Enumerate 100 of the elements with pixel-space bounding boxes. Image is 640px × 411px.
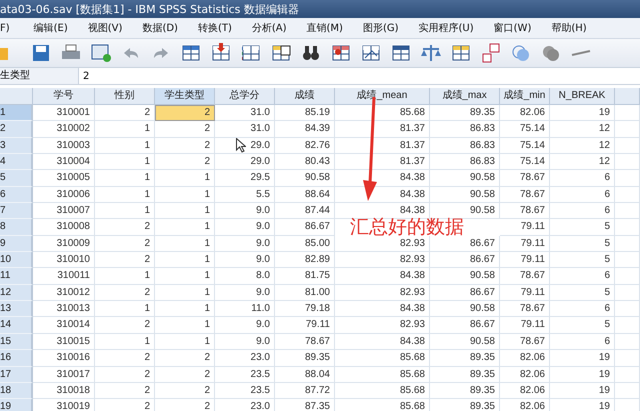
table-cell: 89.35 — [430, 105, 500, 122]
table-cell — [615, 105, 640, 122]
row-number[interactable]: 14 — [0, 317, 33, 334]
table-cell: 84.39 — [275, 121, 335, 138]
row-number[interactable]: 15 — [0, 334, 33, 350]
table-cell: 2 — [95, 236, 155, 252]
table-cell: 89.35 — [430, 382, 500, 400]
annotation-text: 汇总好的数据 — [350, 220, 464, 236]
chart-table-icon[interactable] — [360, 43, 382, 63]
table-cell: 90.58 — [275, 170, 335, 187]
column-header[interactable]: N_BREAK — [550, 88, 615, 105]
table-cell: 79.18 — [275, 301, 335, 318]
table-cell: 31.0 — [215, 121, 275, 138]
table-cell: 310005 — [33, 170, 95, 187]
row-number[interactable]: 6 — [0, 186, 33, 204]
row-number[interactable]: 13 — [0, 301, 33, 318]
row-number[interactable]: 1 — [0, 105, 33, 122]
grid-icon[interactable] — [390, 43, 412, 63]
row-number[interactable]: 11 — [0, 268, 33, 285]
table-cell: 78.67 — [500, 186, 550, 204]
menu-item[interactable]: 转换(T) — [188, 21, 242, 35]
menu-item[interactable]: 图形(G) — [352, 21, 409, 35]
table-cell: 1 — [95, 154, 155, 170]
column-header[interactable]: 成绩_max — [430, 88, 500, 105]
table-cell: 5 — [550, 284, 615, 302]
menu-item[interactable]: 分析(A) — [242, 21, 297, 35]
table-cell: 85.68 — [335, 366, 430, 383]
row-number[interactable]: 8 — [0, 219, 33, 236]
filled-circles-icon[interactable] — [540, 43, 562, 63]
row-number[interactable]: 10 — [0, 252, 33, 268]
menu-item[interactable]: 编辑(E) — [24, 21, 78, 35]
table-cell: 19 — [550, 366, 615, 383]
table-cell: 29.5 — [215, 170, 275, 187]
binoculars-icon[interactable] — [300, 43, 322, 63]
menu-item[interactable]: 直销(M) — [296, 21, 353, 35]
column-header[interactable]: 学生类型 — [155, 88, 215, 105]
dialog-icon[interactable] — [90, 43, 112, 63]
row-number[interactable]: 9 — [0, 236, 33, 252]
table-cell — [615, 138, 640, 154]
table-cell: 11.0 — [215, 301, 275, 318]
table-cell: 2 — [155, 154, 215, 170]
table-cell: 1 — [155, 186, 215, 204]
row-number[interactable]: 18 — [0, 382, 33, 400]
table-cell: 1 — [95, 121, 155, 138]
table-cell: 79.11 — [500, 236, 550, 252]
row-number[interactable]: 17 — [0, 366, 33, 383]
table-cell: 5 — [550, 317, 615, 334]
column-header[interactable]: 学号 — [33, 88, 95, 105]
column-header[interactable]: 性别 — [95, 88, 155, 105]
menu-item[interactable]: 视图(V) — [78, 21, 132, 35]
table-cell: 9.0 — [215, 317, 275, 334]
menu-item[interactable]: 窗口(W) — [484, 21, 542, 35]
row-number[interactable]: 2 — [0, 121, 33, 138]
column-header[interactable]: 成绩_min — [500, 88, 550, 105]
circles-icon[interactable] — [510, 43, 532, 63]
table-cell: 85.68 — [335, 105, 430, 122]
table-cell: 6 — [550, 170, 615, 187]
scale-icon[interactable] — [420, 43, 442, 63]
table-cell: 82.76 — [275, 138, 335, 154]
cell-value-field[interactable]: 2 — [79, 70, 90, 82]
table-cell: 310004 — [33, 154, 95, 170]
table-cell: 9.0 — [215, 203, 275, 220]
insert-row-icon[interactable] — [210, 43, 232, 63]
table-cell: 1 — [95, 301, 155, 318]
column-header[interactable]: 总学分 — [215, 88, 275, 105]
table-cell: 9.0 — [215, 284, 275, 302]
table-cell: 75.14 — [500, 154, 550, 170]
table-cell: 86.83 — [430, 138, 500, 154]
save-icon[interactable] — [30, 43, 52, 63]
table-cell: 310008 — [33, 219, 95, 236]
menu-item[interactable]: 实用程序(U) — [408, 21, 484, 35]
row-number[interactable]: 7 — [0, 203, 33, 220]
table-cell: 2 — [155, 105, 215, 122]
table-cell: 86.67 — [430, 252, 500, 268]
table-cell: 6 — [550, 301, 615, 318]
row-number[interactable]: 3 — [0, 138, 33, 154]
menu-item[interactable]: F) — [0, 22, 20, 34]
table-cell: 310006 — [33, 186, 95, 204]
menu-item[interactable]: 帮助(H) — [541, 21, 597, 35]
table-cell — [615, 350, 640, 366]
variables-icon[interactable] — [240, 43, 262, 63]
cursor-icon — [236, 138, 246, 153]
menu-item[interactable]: 数据(D) — [132, 21, 188, 35]
table-icon[interactable] — [450, 43, 472, 63]
table-icon[interactable] — [180, 43, 202, 63]
row-number[interactable]: 16 — [0, 350, 33, 366]
row-number[interactable]: 5 — [0, 170, 33, 187]
row-number[interactable]: 19 — [0, 399, 33, 411]
table-cell: 84.38 — [335, 301, 430, 318]
table-cell: 6 — [550, 334, 615, 350]
row-number[interactable]: 12 — [0, 284, 33, 302]
value-labels-icon[interactable] — [480, 43, 502, 63]
table-cell: 1 — [155, 268, 215, 285]
table-cell: 81.75 — [275, 268, 335, 285]
window-title: ata03-06.sav [数据集1] - IBM SPSS Statistics 数据编辑器 — [0, 2, 299, 16]
row-number[interactable]: 4 — [0, 154, 33, 170]
table-mu-icon[interactable] — [270, 43, 292, 63]
column-header[interactable]: 成绩 — [275, 88, 335, 105]
table-cell: 78.67 — [500, 334, 550, 350]
table-cell: 1 — [95, 203, 155, 220]
